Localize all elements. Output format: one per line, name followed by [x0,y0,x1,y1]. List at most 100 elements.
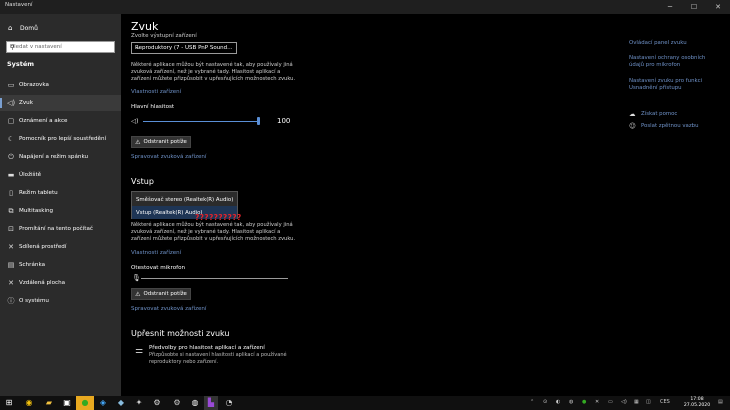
input-option-stereo-mix[interactable]: Směšovač stereo (Realtek(R) Audio) [132,193,237,206]
sidebar-item-label: Promítání na tento počítač [19,226,93,232]
file-explorer-icon[interactable]: ▰ [44,398,54,408]
output-choose-label: Zvolte výstupní zařízení [131,33,197,39]
input-info-text: Některé aplikace můžou být nastavené tak… [131,222,296,242]
sidebar-item-label: Vzdálená plocha [19,280,66,286]
tray-app-icon[interactable]: ◍ [569,399,573,405]
sliders-icon: ⚌ [135,346,144,356]
action-center-icon[interactable]: ▤ [718,399,723,405]
home-link[interactable]: ⌂ Domů [8,24,38,32]
maximize-button[interactable]: ☐ [682,0,706,14]
storage-icon: ▬ [7,171,15,179]
home-icon: ⌂ [8,24,13,32]
sidebar-item-label: Pomocník pro lepší soustředění [19,136,107,142]
chevron-down-icon: ⌄ [135,44,141,51]
warning-icon: ⚠ [135,138,141,146]
sidebar-item-tablet-mode[interactable]: ▯ Režim tabletu [0,185,121,201]
sidebar: ⌂ Domů Hledat v nastavení ⚲ Systém ▭ Obr… [0,14,121,396]
app-icon[interactable]: ◆ [116,398,126,408]
sidebar-item-clipboard[interactable]: ▤ Schránka [0,257,121,273]
clipboard-icon: ▤ [7,261,15,269]
volume-slider-thumb[interactable] [257,117,260,125]
notification-icon: ▢ [7,117,15,125]
app-icon[interactable]: ◈ [98,398,108,408]
get-help-link[interactable]: Získat pomoc [641,111,677,118]
taskbar: ⊞ ◉ ▰ ▣ ● ◈ ◆ ✦ ⚙ ⚙ ◍ ▙ ◔ ⌃ ⊙ ◐ ◍ ● ✕ ▭ … [0,396,730,410]
clock[interactable]: 17:08 27.05.2020 [680,397,714,408]
steam-icon[interactable]: ⚙ [152,398,162,408]
chrome-icon[interactable]: ◉ [24,398,34,408]
sidebar-item-about[interactable]: ⓘ O systému [0,293,121,309]
input-heading: Vstup [131,177,154,186]
sidebar-item-multitasking[interactable]: ⧉ Multitasking [0,203,121,219]
minimize-button[interactable]: ─ [658,0,682,14]
app-icon[interactable]: ✦ [134,398,144,408]
projector-icon: ⊡ [8,225,14,233]
tray-app-icon[interactable]: ✕ [595,399,599,405]
home-label: Domů [20,24,38,32]
app-icon[interactable]: ◍ [190,398,200,408]
sidebar-item-sound[interactable]: ◁) Zvuk [0,95,121,111]
sidebar-item-display[interactable]: ▭ Obrazovka [0,77,121,93]
sidebar-item-shared-experiences[interactable]: ✕ Sdílená prostředí [0,239,121,255]
app-volume-preferences-desc: Přizpůsobte si nastavení hlasitosti apli… [149,352,287,365]
spotify-icon[interactable]: ● [80,398,90,408]
output-info-text: Některé aplikace můžou být nastavené tak… [131,62,296,82]
power-icon: ⏻ [8,152,14,161]
tray-arrow-icon[interactable]: ⌃ [530,399,534,405]
microphone-icon: 🎙 [132,274,141,282]
remote-desktop-icon: ✕ [8,279,14,287]
microphone-privacy-link[interactable]: Nastavení ochrany osobních údajů pro mik… [629,55,719,69]
sidebar-item-projecting[interactable]: ⊡ Promítání na tento počítač [0,221,121,237]
close-button[interactable]: ✕ [706,0,730,14]
sidebar-section-title: Systém [7,60,35,68]
ease-of-access-sound-link[interactable]: Nastavení zvuku pro funkci Usnadnění pří… [629,78,719,92]
help-icon: ☁ [629,110,636,118]
tray-app-icon[interactable]: ◫ [646,399,651,405]
input-troubleshoot-button[interactable]: ⚠ Odstranit potíže [131,288,191,300]
language-indicator[interactable]: CES [660,399,670,405]
moon-icon: ☾ [7,135,15,143]
question-marks-annotation: ?????????? [195,213,242,222]
sidebar-item-power[interactable]: ⏻ Napájení a režim spánku [0,149,121,165]
sidebar-item-label: Režim tabletu [19,190,58,196]
sidebar-item-storage[interactable]: ▬ Úložiště [0,167,121,183]
search-input[interactable]: Hledat v nastavení ⚲ [6,41,115,53]
volume-icon: ◁) [131,117,139,125]
settings-gear-icon[interactable]: ⚙ [172,398,182,408]
output-troubleshoot-label: Odstranit potíže [143,139,187,145]
sidebar-item-label: Zvuk [19,100,33,106]
feedback-icon: ☺ [629,122,636,130]
network-icon[interactable]: ▭ [608,399,613,405]
output-manage-devices-link[interactable]: Spravovat zvuková zařízení [131,154,206,160]
twitch-icon[interactable]: ▙ [206,398,216,408]
tray-app-icon[interactable]: ▦ [634,399,639,405]
notepad-icon[interactable]: ▣ [62,398,72,408]
sidebar-item-focus-assist[interactable]: ☾ Pomocník pro lepší soustředění [0,131,121,147]
output-troubleshoot-button[interactable]: ⚠ Odstranit potíže [131,136,191,148]
sidebar-item-notifications[interactable]: ▢ Oznámení a akce [0,113,121,129]
tray-spotify-icon[interactable]: ● [582,399,586,405]
input-manage-devices-link[interactable]: Spravovat zvuková zařízení [131,306,206,312]
multitasking-icon: ⧉ [8,206,14,215]
speaker-tray-icon[interactable]: ◁) [621,399,627,405]
share-icon: ✕ [8,243,14,251]
input-device-properties-link[interactable]: Vlastnosti zařízení [131,250,181,256]
app-volume-preferences[interactable]: Předvolby pro hlasitost aplikací a zaříz… [149,345,299,365]
output-device-properties-link[interactable]: Vlastnosti zařízení [131,89,181,95]
tray-app-icon[interactable]: ⊙ [543,399,547,405]
title-bar: Nastavení ─ ☐ ✕ [0,0,730,14]
speaker-icon: ◁) [7,99,16,107]
sound-control-panel-link[interactable]: Ovládací panel zvuku [629,40,719,47]
mic-level-bar [141,278,288,279]
start-windows-icon[interactable]: ⊞ [4,398,14,408]
monitor-icon: ▭ [7,81,15,89]
give-feedback-link[interactable]: Poslat zpětnou vazbu [641,123,698,130]
output-device-select[interactable]: Reproduktory (7 - USB PnP Sound… ⌄ [131,42,237,54]
warning-icon: ⚠ [135,290,141,298]
clock-date: 27.05.2020 [683,402,711,408]
sidebar-item-remote-desktop[interactable]: ✕ Vzdálená plocha [0,275,121,291]
tray-app-icon[interactable]: ◐ [556,399,560,405]
volume-slider-fill [143,121,259,122]
app-icon[interactable]: ◔ [224,398,234,408]
advanced-heading: Upřesnit možnosti zvuku [131,329,230,338]
